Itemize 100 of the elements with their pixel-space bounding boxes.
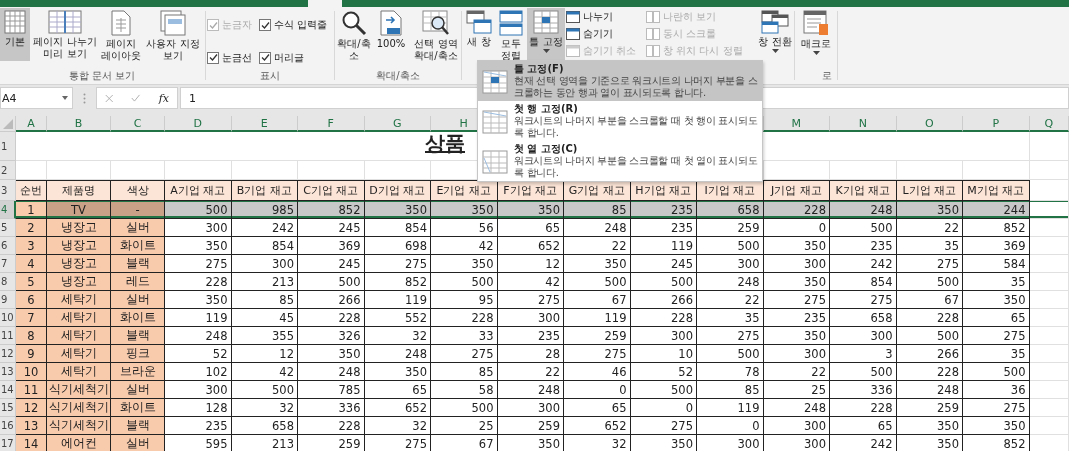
column-heading: J기업 재고 xyxy=(763,180,830,201)
table-cell: 식기세척기 xyxy=(47,417,111,435)
column-heading: 순번 xyxy=(16,180,47,201)
table-cell: 핑크 xyxy=(111,345,165,363)
column-heading: G기업 재고 xyxy=(564,180,631,201)
table-cell: 65 xyxy=(364,381,431,399)
table-cell: 350 xyxy=(431,201,498,219)
table-cell: 세탁기 xyxy=(47,309,111,327)
table-cell: 350 xyxy=(165,291,232,309)
table-cell: 244 xyxy=(963,201,1030,219)
table-cell: 228 xyxy=(165,273,232,291)
table-cell: 22 xyxy=(763,363,830,381)
column-heading: L기업 재고 xyxy=(896,180,963,201)
table-cell: 46 xyxy=(564,363,631,381)
table-cell: 에어컨 xyxy=(47,435,111,451)
table-cell: 300 xyxy=(763,255,830,273)
table-cell: 248 xyxy=(564,219,631,237)
table-cell: 275 xyxy=(165,255,232,273)
table-cell: 336 xyxy=(830,381,897,399)
table-cell: 화이트 xyxy=(111,237,165,255)
table-cell: 500 xyxy=(165,201,232,219)
table-cell: 355 xyxy=(231,327,298,345)
table-cell: 4 xyxy=(16,255,47,273)
table-cell: 369 xyxy=(963,237,1030,255)
table-cell: 500 xyxy=(231,381,298,399)
table-cell: 852 xyxy=(298,201,365,219)
table-cell: 65 xyxy=(963,309,1030,327)
table-cell: 35 xyxy=(697,309,764,327)
table-cell: 119 xyxy=(364,291,431,309)
table-cell: 658 xyxy=(231,417,298,435)
table-cell: 350 xyxy=(763,327,830,345)
table-cell: 78 xyxy=(697,363,764,381)
table-cell: 228 xyxy=(896,363,963,381)
table-cell: 652 xyxy=(364,399,431,417)
table-cell: - xyxy=(111,201,165,219)
table-cell: 8 xyxy=(16,327,47,345)
table-cell: 102 xyxy=(165,363,232,381)
table-cell: 냉장고 xyxy=(47,273,111,291)
table-cell: 0 xyxy=(630,399,697,417)
table-cell: 22 xyxy=(564,237,631,255)
table-cell: 350 xyxy=(564,255,631,273)
column-heading: B기업 재고 xyxy=(231,180,298,201)
table-cell: 36 xyxy=(963,381,1030,399)
table-cell: 500 xyxy=(830,363,897,381)
table-cell: 25 xyxy=(763,381,830,399)
table-cell: 300 xyxy=(763,345,830,363)
table-cell: 식기세척기 xyxy=(47,381,111,399)
table-cell: 화이트 xyxy=(111,309,165,327)
table-cell: 652 xyxy=(564,417,631,435)
table-cell: 213 xyxy=(231,435,298,451)
table-cell: 242 xyxy=(231,219,298,237)
table-cell: 냉장고 xyxy=(47,219,111,237)
table-cell: 119 xyxy=(165,309,232,327)
table-cell: 65 xyxy=(497,219,564,237)
table-cell: 32 xyxy=(364,327,431,345)
table-cell: 350 xyxy=(963,291,1030,309)
table-cell: 6 xyxy=(16,291,47,309)
column-heading: K기업 재고 xyxy=(830,180,897,201)
table-cell: 275 xyxy=(963,327,1030,345)
table-cell: 245 xyxy=(298,219,365,237)
table-cell: 275 xyxy=(431,345,498,363)
table-cell: 248 xyxy=(697,273,764,291)
table-cell: 235 xyxy=(165,417,232,435)
table-cell: 실버 xyxy=(111,291,165,309)
table-cell: 119 xyxy=(697,399,764,417)
table-cell: 350 xyxy=(364,363,431,381)
table-cell: 854 xyxy=(830,273,897,291)
table-cell: 52 xyxy=(165,345,232,363)
table-cell: 0 xyxy=(564,381,631,399)
table-cell: 350 xyxy=(763,273,830,291)
table-cell: 45 xyxy=(231,309,298,327)
table-cell: 블랙 xyxy=(111,327,165,345)
table-cell: 275 xyxy=(564,345,631,363)
table-cell: 248 xyxy=(364,345,431,363)
table-cell: 852 xyxy=(364,273,431,291)
table-cell: 852 xyxy=(963,435,1030,451)
table-cell: 785 xyxy=(298,381,365,399)
table-cell: 25 xyxy=(431,417,498,435)
table-cell: 85 xyxy=(697,381,764,399)
table-cell: 0 xyxy=(697,417,764,435)
table-cell: 500 xyxy=(630,381,697,399)
table-cell: 228 xyxy=(298,309,365,327)
table-cell: 128 xyxy=(165,399,232,417)
table-cell: 500 xyxy=(298,273,365,291)
table-cell: 32 xyxy=(231,399,298,417)
table-cell: 235 xyxy=(830,237,897,255)
table-cell: 세탁기 xyxy=(47,327,111,345)
table-cell: 300 xyxy=(763,417,830,435)
column-heading: D기업 재고 xyxy=(364,180,431,201)
table-cell: 248 xyxy=(896,381,963,399)
table-cell: 228 xyxy=(896,309,963,327)
table-cell: 32 xyxy=(364,417,431,435)
table-cell: 350 xyxy=(431,255,498,273)
table-cell: 52 xyxy=(630,363,697,381)
table-cell: 32 xyxy=(564,435,631,451)
table-cell: 35 xyxy=(896,237,963,255)
table-cell: 326 xyxy=(298,327,365,345)
table-cell: 658 xyxy=(697,201,764,219)
table-cell: 65 xyxy=(564,399,631,417)
table-cell: 냉장고 xyxy=(47,255,111,273)
